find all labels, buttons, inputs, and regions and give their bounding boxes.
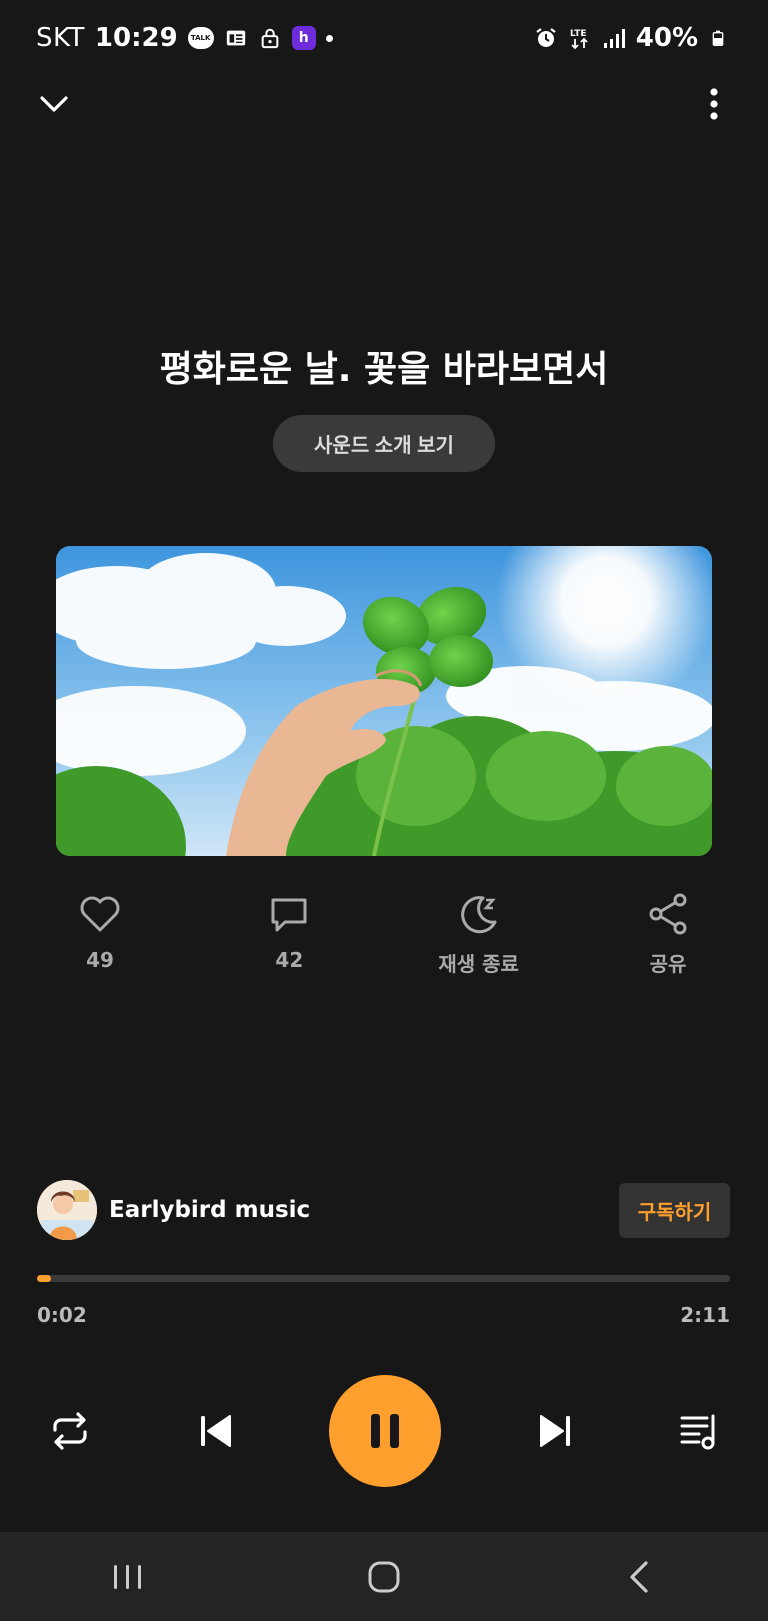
skip-next-icon bbox=[539, 1415, 570, 1447]
battery-icon bbox=[708, 26, 732, 50]
collapse-player-button[interactable] bbox=[34, 84, 74, 124]
sleep-timer-icon bbox=[460, 896, 497, 934]
next-button[interactable] bbox=[526, 1401, 586, 1461]
pause-button[interactable] bbox=[329, 1375, 441, 1487]
artist-avatar[interactable] bbox=[37, 1180, 97, 1240]
playlist-button[interactable] bbox=[670, 1401, 730, 1461]
battery-percent: 40% bbox=[635, 23, 698, 53]
home-icon bbox=[368, 1561, 400, 1592]
artist-row[interactable]: Earlybird music bbox=[37, 1180, 310, 1240]
sleep-timer-button[interactable]: 재생 종료 bbox=[409, 890, 549, 977]
repeat-icon bbox=[53, 1412, 87, 1450]
status-bar: SKT 10:29 TALK h LTE 40% bbox=[36, 18, 732, 58]
news-icon bbox=[224, 26, 248, 50]
back-icon bbox=[630, 1560, 648, 1593]
pause-icon bbox=[371, 1414, 399, 1448]
back-button[interactable] bbox=[610, 1547, 670, 1607]
total-time: 2:11 bbox=[680, 1303, 730, 1327]
artist-name[interactable]: Earlybird music bbox=[109, 1197, 310, 1223]
svg-text:LTE: LTE bbox=[570, 29, 587, 39]
playlist-icon bbox=[680, 1414, 715, 1450]
share-label: 공유 bbox=[649, 952, 687, 976]
skip-previous-icon bbox=[200, 1415, 231, 1447]
carrier-label: SKT bbox=[36, 23, 85, 53]
cover-art bbox=[56, 546, 712, 856]
heart-icon bbox=[80, 896, 120, 932]
current-time: 0:02 bbox=[37, 1303, 87, 1327]
lte-icon: LTE bbox=[568, 26, 592, 50]
sound-intro-button[interactable]: 사운드 소개 보기 bbox=[273, 415, 495, 472]
kakaotalk-icon: TALK bbox=[187, 27, 214, 49]
system-navigation-bar bbox=[0, 1532, 768, 1621]
chevron-down-icon bbox=[40, 96, 68, 112]
like-button[interactable]: 49 bbox=[30, 890, 170, 977]
clock: 10:29 bbox=[94, 23, 178, 53]
comment-count: 42 bbox=[275, 948, 304, 972]
home-button[interactable] bbox=[354, 1547, 414, 1607]
recent-apps-icon bbox=[114, 1564, 141, 1589]
lock-icon bbox=[258, 26, 282, 50]
app-h-icon: h bbox=[291, 26, 316, 50]
comment-button[interactable]: 42 bbox=[219, 890, 359, 977]
like-count: 49 bbox=[86, 948, 114, 972]
notification-dot-icon bbox=[325, 34, 333, 42]
previous-button[interactable] bbox=[185, 1401, 245, 1461]
track-title: 평화로운 날. 꽃을 바라보면서 bbox=[159, 349, 609, 390]
share-icon bbox=[649, 893, 687, 935]
comment-icon bbox=[271, 898, 307, 932]
more-options-button[interactable] bbox=[694, 84, 734, 124]
playback-controls bbox=[40, 1375, 730, 1487]
progress-track[interactable] bbox=[37, 1275, 730, 1282]
signal-icon bbox=[602, 26, 626, 50]
subscribe-button[interactable]: 구독하기 bbox=[619, 1183, 730, 1238]
progress-fill[interactable] bbox=[37, 1275, 51, 1282]
action-row: 49 42 재생 종료 공유 bbox=[30, 890, 738, 977]
share-button[interactable]: 공유 bbox=[598, 890, 738, 977]
sleep-timer-label: 재생 종료 bbox=[438, 952, 519, 976]
alarm-icon bbox=[534, 26, 558, 50]
more-vertical-icon bbox=[710, 88, 718, 120]
repeat-button[interactable] bbox=[40, 1401, 100, 1461]
recent-apps-button[interactable] bbox=[98, 1547, 158, 1607]
